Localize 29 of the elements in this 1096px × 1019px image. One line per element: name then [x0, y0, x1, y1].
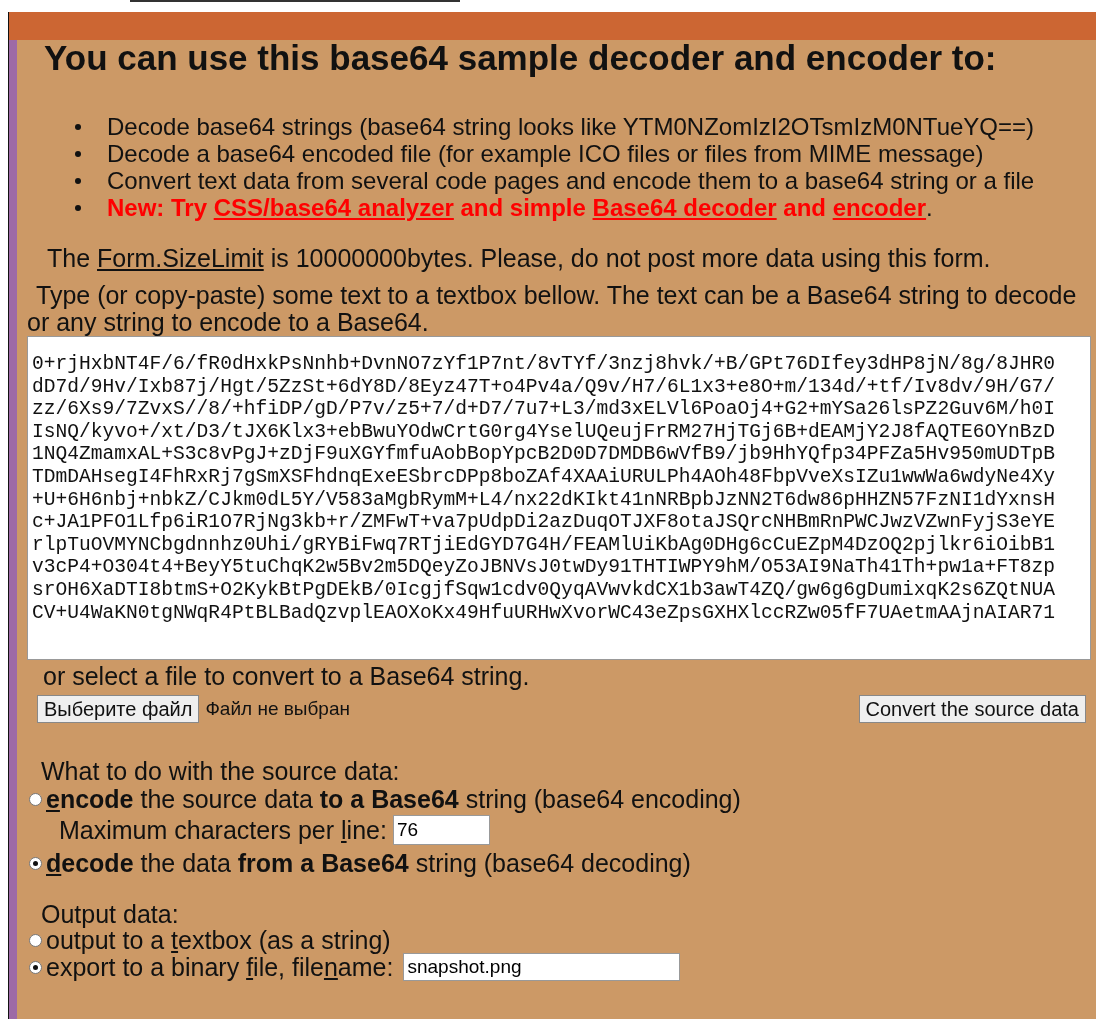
max-chars-field[interactable]: 76: [392, 815, 490, 845]
page-heading: You can use this base64 sample decoder and encoder to:: [44, 40, 998, 76]
convert-button[interactable]: Convert the source data: [858, 695, 1086, 723]
instructions-text: Type (or copy-paste) some text to a textbox bellow. The text can be a Base64 string to decode or any string to encode to a Base64.: [27, 282, 1078, 336]
link[interactable]: Form.SizeLimit: [97, 244, 264, 272]
option-label: output to a textbox (as a string): [46, 928, 391, 953]
bullet-icon: [75, 204, 81, 211]
radio-button[interactable]: [29, 960, 42, 974]
option-label: export to a binary file, filename:: [46, 954, 394, 980]
bullet-icon: [75, 150, 81, 157]
bullet-icon: [75, 123, 81, 130]
notice-text: New: Try CSS/base64 analyzer and simple Base64 decoder and encoder.: [107, 194, 933, 221]
filename-field[interactable]: snapshot.png: [403, 953, 681, 981]
feature-text: Convert text data from several code pages and encode them to a base64 string or a file: [107, 167, 1035, 194]
radio-button[interactable]: [29, 856, 42, 870]
source-text-area[interactable]: 0+rjHxbNT4F/6/fR0dHxkPsNnhb+DvnNO7zYf1P7nt/8vTYf/3nzj8hvk/+B/GPt76DIfey3dHP8jN/8g/8JHR0 dD7d/9Hv/Ixb87j/Hgt/5ZzSt+6dY8D/8Eyz47T+o4Pv4a/Q9v/H7/6L1x3+e8O+m/134d/+tf/Iv8dv/9H/G7/ zz/6Xs9/7ZvxS//8/+hfiDP/gD/P7v/z5+7/d+D7/7u7+L3/md3xELVl6PoaOj4+G2+mYSa26lsPZ2Guv6M/h0I IsNQ/kyvo+/xt/D3/tJX6Klx3+ebBwuYOdwCrtG0rg4YselUQeujFrRM27HjTGj6B+dEAMjY2J8fAQTE6OYnBzD 1NQ4ZmamxAL+S3c8vPgJ+zDjF9uXGYfmfuAobBopYpcB2D0D7DMDB6wVfB9/jb9HhYQfp34PFZa5Hv950mUDTpB TDmDAHsegI4FhRxRj7gSmXSFhdnqExeESbrcDPp8boZAf4XAAiURULPh4AOh48FbpVveXsIZu1wwWa6wdyNe4Xy +U+6H6nbj+nbkZ/CJkm0dL5Y/V583aMgbRymM+L4/nx22dKIkt41nNRBpbJzNN2T6dw86pHHZN57FzNI1dYxnsH c+JA1PFO1Lfp6iR1O7RjNg3kb+r/ZMFwT+va7pUdpDi2azDuqOTJXF8otaJSQrcNHBmRnPWCJwzVZwnFyjS3eYE rlpTuOVMYNCbgdnnhz0Uhi/gRYBiFwq7RTjiEdGYD7G4H/FEAMlUiKbAg0DHg6cCuEZpM4DzOQ2pjlkr6iOibB1 v3cP4+O304t4+BeyY5tuChqK2w5Bv2m5DQeyZoJBNVsJ0twDy91THTIWPY9hM/O53AI9NaTh41Th+pw1a+FT8zp srOH6XaDTI8btmS+O2KykBtPgDEkB/0IcgjfSqw1cdv0QyqAVwvkdCX1b3awT4ZQ/gw6g6gDumixqK2s6ZQtNUA CV+U4WaKN0tgNWqR4PtBLBadQzvplEAOXoKx49HfuURHwXvorWC43eZpsGXHXlccRZw05fF7UAetmAAjnAIAR71: [27, 336, 1091, 660]
setting-label: Maximum characters per line:: [59, 816, 387, 844]
file-status: Файл не выбран: [205, 698, 350, 720]
size-limit-note: The Form.SizeLimit is 10000000bytes. Please, do not post more data using this form.: [47, 245, 992, 272]
bullet-icon: [75, 177, 81, 184]
section-label: What to do with the source data:: [41, 757, 401, 785]
feature-text: Decode a base64 encoded file (for example ICO files or files from MIME message): [107, 140, 984, 167]
option-label: encode the source data to a Base64 string (base64 encoding): [46, 785, 741, 813]
option-label: decode the data from a Base64 string (base64 decoding): [46, 849, 691, 877]
feature-text: Decode base64 strings (base64 string looks like YTM0NZomIzI2OTsmIzM0NTueYQ==): [107, 113, 1035, 140]
section-label: Output data:: [41, 900, 180, 928]
choose-file-button[interactable]: Выберите файл: [37, 695, 200, 723]
radio-button[interactable]: [29, 792, 42, 806]
radio-button[interactable]: [29, 934, 42, 947]
